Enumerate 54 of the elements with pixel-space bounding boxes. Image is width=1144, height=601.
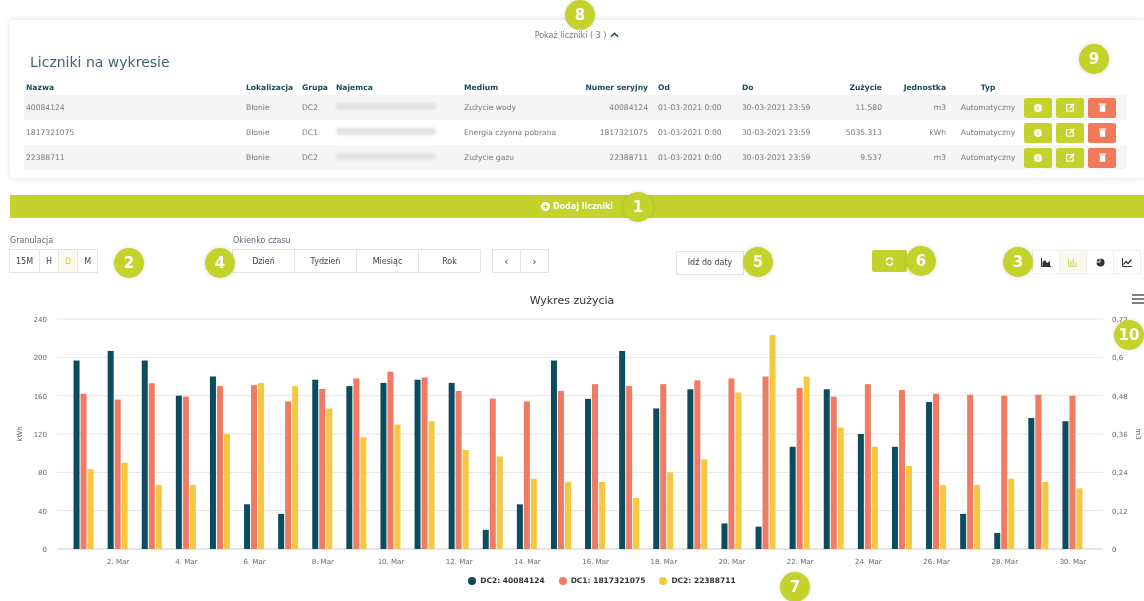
chart-type-button[interactable] xyxy=(1086,250,1114,274)
trash-icon xyxy=(1098,153,1106,162)
time-window-button[interactable]: Dzień xyxy=(232,249,295,273)
chevron-icon xyxy=(610,32,620,38)
granularity-button[interactable]: H xyxy=(39,249,60,273)
edit-button[interactable] xyxy=(1056,97,1084,118)
plus-circle-icon xyxy=(540,202,550,211)
step-marker: 2 xyxy=(114,248,144,278)
chart-title: Wykres zużycia xyxy=(529,294,615,308)
edit-button[interactable] xyxy=(1056,122,1084,143)
go-to-date-button[interactable]: Idź do daty xyxy=(676,250,744,275)
step-marker: 9 xyxy=(1079,44,1109,74)
next-button[interactable]: › xyxy=(520,249,549,273)
refresh-icon xyxy=(885,256,894,266)
edit-icon xyxy=(1065,128,1075,137)
step-marker: 6 xyxy=(906,246,936,276)
chart-type-button[interactable] xyxy=(1032,250,1060,274)
refresh-button[interactable] xyxy=(872,250,907,272)
menu-icon[interactable] xyxy=(1132,294,1144,304)
show-meters-toggle[interactable]: Pokaż liczniki ( 3 ) xyxy=(534,27,620,43)
time-window-button[interactable]: Tydzień xyxy=(294,249,357,273)
granularity-label: Granulacja xyxy=(10,236,55,245)
area-chart-icon xyxy=(1041,257,1051,267)
chart-type-button[interactable] xyxy=(1113,250,1141,274)
step-marker: 3 xyxy=(1003,247,1033,277)
edit-icon xyxy=(1065,103,1075,112)
granularity-button[interactable]: M xyxy=(77,249,99,273)
trash-icon xyxy=(1098,103,1106,112)
granularity-button[interactable]: 15M xyxy=(9,249,41,273)
info-button[interactable] xyxy=(1024,97,1052,118)
delete-button[interactable] xyxy=(1088,97,1116,118)
step-marker: 8 xyxy=(565,0,595,30)
time-window-button[interactable]: Miesiąc xyxy=(356,249,419,273)
previous-button[interactable]: ‹ xyxy=(492,249,521,273)
info-icon xyxy=(1034,103,1042,112)
info-button[interactable] xyxy=(1024,147,1052,168)
time-window-button[interactable]: Rok xyxy=(418,249,481,273)
bar-chart-icon xyxy=(1068,257,1078,267)
step-marker: 5 xyxy=(743,247,773,277)
step-marker: 4 xyxy=(205,248,235,278)
trash-icon xyxy=(1098,128,1106,137)
info-icon xyxy=(1034,153,1042,162)
edit-button[interactable] xyxy=(1056,147,1084,168)
line-chart-icon xyxy=(1122,257,1132,267)
edit-icon xyxy=(1065,153,1075,162)
step-marker: 7 xyxy=(780,572,810,601)
info-button[interactable] xyxy=(1024,122,1052,143)
pie-chart-icon xyxy=(1095,257,1105,267)
step-marker: 1 xyxy=(623,192,653,222)
info-icon xyxy=(1034,128,1042,137)
card-title: Liczniki na wykresie xyxy=(30,54,170,70)
delete-button[interactable] xyxy=(1088,122,1116,143)
time-window-label: Okienko czasu xyxy=(233,236,292,245)
delete-button[interactable] xyxy=(1088,147,1116,168)
